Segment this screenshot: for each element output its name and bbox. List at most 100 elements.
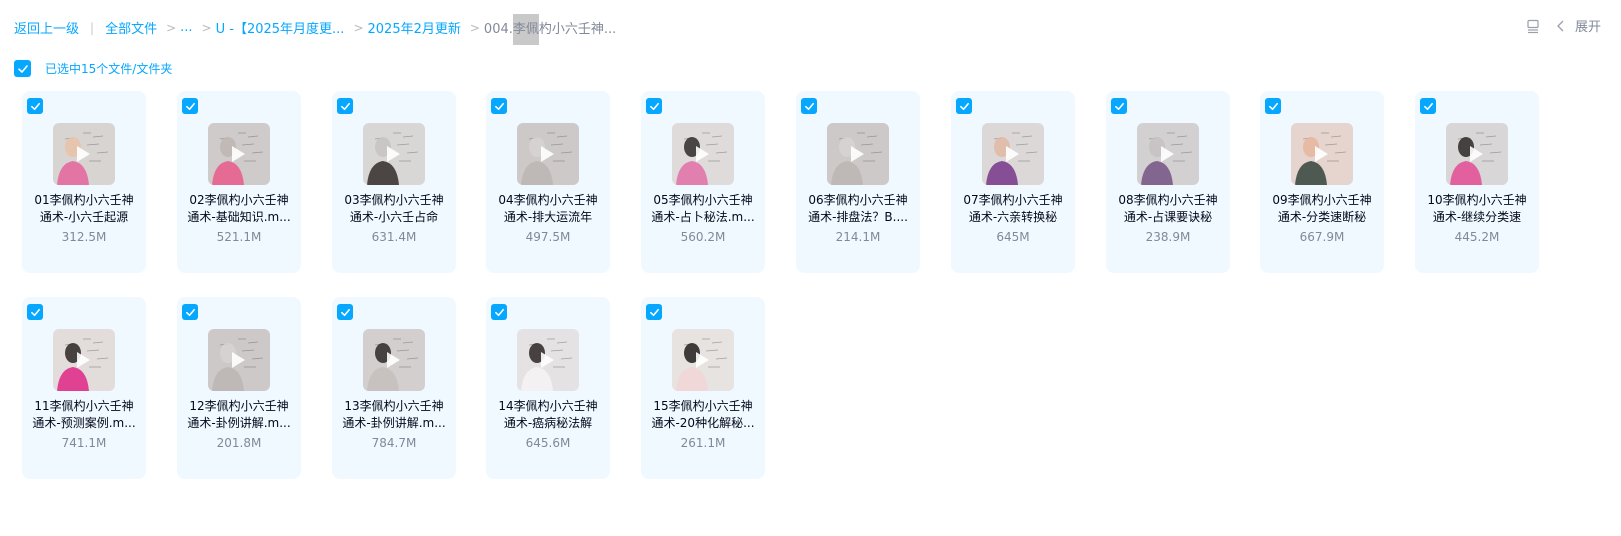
video-thumbnail[interactable] [1137, 123, 1199, 185]
play-icon [1161, 146, 1174, 162]
video-thumbnail[interactable] [827, 123, 889, 185]
file-card[interactable]: 13李佩杓小六壬神 通术-卦例讲解.m... 784.7M [332, 297, 456, 479]
file-name: 02李佩杓小六壬神 通术-基础知识.m... [183, 192, 295, 226]
file-card[interactable]: 03李佩杓小六壬神 通术-小六壬占命 631.4M [332, 91, 456, 273]
video-thumbnail[interactable] [208, 329, 270, 391]
breadcrumb-current-prefix: 004. [483, 22, 513, 37]
file-checkbox[interactable] [1265, 98, 1281, 114]
video-thumbnail[interactable] [208, 123, 270, 185]
file-size: 261.1M [680, 436, 726, 450]
file-checkbox[interactable] [1420, 98, 1436, 114]
file-size: 214.1M [835, 230, 881, 244]
file-size: 497.5M [525, 230, 571, 244]
file-checkbox[interactable] [27, 304, 43, 320]
video-thumbnail[interactable] [363, 329, 425, 391]
file-card[interactable]: 14李佩杓小六壬神 通术-癌病秘法解 645.6M [486, 297, 610, 479]
file-name: 10李佩杓小六壬神 通术-继续分类速 [1421, 192, 1533, 226]
file-size: 312.5M [61, 230, 107, 244]
file-name-line: 12李佩杓小六壬神 [189, 399, 289, 413]
right-tools: 展开 [1525, 16, 1601, 35]
file-name-line: 08李佩杓小六壬神 [1118, 193, 1218, 207]
play-icon [696, 146, 709, 162]
file-name: 13李佩杓小六壬神 通术-卦例讲解.m... [338, 398, 450, 432]
file-checkbox[interactable] [801, 98, 817, 114]
video-thumbnail[interactable] [517, 329, 579, 391]
file-card[interactable]: 10李佩杓小六壬神 通术-继续分类速 445.2M [1415, 91, 1539, 273]
file-checkbox[interactable] [1111, 98, 1127, 114]
play-icon [696, 352, 709, 368]
file-checkbox[interactable] [491, 98, 507, 114]
video-thumbnail[interactable] [517, 123, 579, 185]
file-name-line: 11李佩杓小六壬神 [34, 399, 134, 413]
selection-summary: 已选中15个文件/文件夹 [45, 62, 173, 76]
video-thumbnail[interactable] [363, 123, 425, 185]
file-size: 784.7M [371, 436, 417, 450]
select-all-checkbox[interactable] [14, 60, 31, 77]
file-name: 09李佩杓小六壬神 通术-分类速断秘 [1266, 192, 1378, 226]
file-size: 521.1M [216, 230, 262, 244]
breadcrumb-level-1[interactable]: U -【2025年月度更... [216, 18, 345, 37]
file-size: 631.4M [371, 230, 417, 244]
file-size: 645.6M [525, 436, 571, 450]
file-checkbox[interactable] [182, 98, 198, 114]
expand-button[interactable]: 展开 [1553, 16, 1601, 35]
file-card[interactable]: 09李佩杓小六壬神 通术-分类速断秘 667.9M [1260, 91, 1384, 273]
file-checkbox[interactable] [646, 98, 662, 114]
back-link[interactable]: 返回上一级 [14, 18, 79, 37]
file-name: 12李佩杓小六壬神 通术-卦例讲解.m... [183, 398, 295, 432]
video-thumbnail[interactable] [53, 329, 115, 391]
list-view-icon[interactable] [1525, 18, 1541, 34]
file-name: 15李佩杓小六壬神 通术-20种化解秘... [647, 398, 759, 432]
play-icon [387, 146, 400, 162]
file-name-line: 06李佩杓小六壬神 [808, 193, 908, 207]
file-checkbox[interactable] [956, 98, 972, 114]
video-thumbnail[interactable] [982, 123, 1044, 185]
file-card[interactable]: 12李佩杓小六壬神 通术-卦例讲解.m... 201.8M [177, 297, 301, 479]
file-card[interactable]: 07李佩杓小六壬神 通术-六亲转换秘 645M [951, 91, 1075, 273]
file-card[interactable]: 05李佩杓小六壬神 通术-占卜秘法.m... 560.2M [641, 91, 765, 273]
file-name: 04李佩杓小六壬神 通术-排大运流年 [492, 192, 604, 226]
file-checkbox[interactable] [337, 304, 353, 320]
file-name-line: 10李佩杓小六壬神 [1427, 193, 1527, 207]
file-checkbox[interactable] [182, 304, 198, 320]
file-name-line: 03李佩杓小六壬神 [344, 193, 444, 207]
file-name: 01李佩杓小六壬神 通术-小六壬起源 [28, 192, 140, 226]
file-name: 03李佩杓小六壬神 通术-小六壬占命 [338, 192, 450, 226]
file-name-line: 通术-基础知识.m... [187, 210, 291, 224]
play-icon [541, 146, 554, 162]
play-icon [1315, 146, 1328, 162]
file-checkbox[interactable] [27, 98, 43, 114]
video-thumbnail[interactable] [1446, 123, 1508, 185]
file-card[interactable]: 15李佩杓小六壬神 通术-20种化解秘... 261.1M [641, 297, 765, 479]
chevron-right-icon: > [201, 20, 212, 35]
file-checkbox[interactable] [646, 304, 662, 320]
file-size: 560.2M [680, 230, 726, 244]
file-checkbox[interactable] [491, 304, 507, 320]
breadcrumb-root[interactable]: 全部文件 [105, 18, 157, 37]
file-name: 11李佩杓小六壬神 通术-预测案例.m... [28, 398, 140, 432]
file-name-line: 通术-继续分类速 [1432, 210, 1522, 224]
video-thumbnail[interactable] [672, 123, 734, 185]
file-card[interactable]: 01李佩杓小六壬神 通术-小六壬起源 312.5M [22, 91, 146, 273]
file-card[interactable]: 04李佩杓小六壬神 通术-排大运流年 497.5M [486, 91, 610, 273]
breadcrumb-ellipsis[interactable]: ... [180, 20, 192, 35]
file-name-line: 通术-小六壬起源 [39, 210, 129, 224]
play-icon [77, 146, 90, 162]
file-name-line: 通术-癌病秘法解 [503, 416, 593, 430]
file-name-line: 通术-排盘法？B.... [808, 210, 908, 224]
video-thumbnail[interactable] [672, 329, 734, 391]
video-thumbnail[interactable] [53, 123, 115, 185]
breadcrumb-level-2[interactable]: 2025年2月更新 [368, 18, 461, 37]
play-icon [232, 352, 245, 368]
file-name-line: 通术-分类速断秘 [1277, 210, 1367, 224]
play-icon [1470, 146, 1483, 162]
file-card[interactable]: 08李佩杓小六壬神 通术-占课要诀秘 238.9M [1106, 91, 1230, 273]
file-name-line: 通术-小六壬占命 [349, 210, 439, 224]
file-checkbox[interactable] [337, 98, 353, 114]
file-card[interactable]: 06李佩杓小六壬神 通术-排盘法？B.... 214.1M [796, 91, 920, 273]
file-name: 08李佩杓小六壬神 通术-占课要诀秘 [1112, 192, 1224, 226]
file-card[interactable]: 11李佩杓小六壬神 通术-预测案例.m... 741.1M [22, 297, 146, 479]
file-name-line: 通术-预测案例.m... [32, 416, 136, 430]
video-thumbnail[interactable] [1291, 123, 1353, 185]
file-card[interactable]: 02李佩杓小六壬神 通术-基础知识.m... 521.1M [177, 91, 301, 273]
